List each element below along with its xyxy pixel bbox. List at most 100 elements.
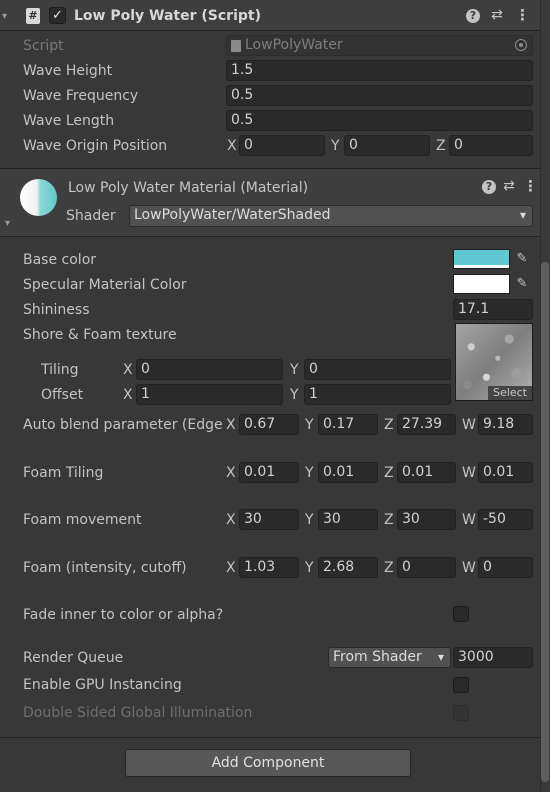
foam-movement-label: Foam movement	[23, 512, 142, 528]
foam-intensity-y-field[interactable]: 2.68	[318, 557, 378, 578]
wave-frequency-field[interactable]: 0.5	[226, 85, 533, 106]
foam-texture-label: Shore & Foam texture	[23, 327, 177, 343]
axis-label-x: X	[226, 512, 236, 528]
material-more-icon[interactable]: ⋮	[523, 179, 538, 194]
eyedropper-icon[interactable]: ✎	[515, 277, 529, 291]
axis-label-x: X	[226, 560, 236, 576]
shader-value: LowPolyWater/WaterShaded	[134, 207, 331, 223]
material-foldout-arrow-icon[interactable]: ▾	[5, 217, 10, 231]
fade-inner-label: Fade inner to color or alpha?	[23, 607, 224, 623]
foam-tiling-y-field[interactable]: 0.01	[318, 462, 378, 483]
offset-y-field[interactable]: 1	[304, 384, 451, 405]
foam-texture-slot[interactable]: Select	[455, 323, 533, 401]
render-queue-field[interactable]: 3000	[453, 647, 533, 668]
axis-label-w: W	[462, 417, 476, 433]
shader-label: Shader	[66, 208, 116, 224]
alpha-bar	[454, 265, 509, 268]
foam-movement-w-field[interactable]: -50	[478, 509, 533, 530]
axis-label-z: Z	[384, 417, 394, 433]
foam-tiling-z-field[interactable]: 0.01	[397, 462, 456, 483]
material-preset-icon[interactable]: ⇄	[501, 179, 517, 193]
material-help-icon[interactable]: ?	[482, 180, 496, 194]
foam-movement-y-field[interactable]: 30	[318, 509, 378, 530]
help-icon[interactable]: ?	[466, 9, 480, 23]
offset-x-field[interactable]: 1	[136, 384, 283, 405]
component-title: Low Poly Water (Script)	[74, 8, 261, 24]
texture-select-button[interactable]: Select	[488, 386, 532, 400]
foam-movement-z-field[interactable]: 30	[397, 509, 456, 530]
offset-label: Offset	[41, 387, 84, 403]
axis-label-z: Z	[436, 138, 446, 154]
render-queue-dropdown[interactable]: From Shader ▾	[328, 647, 451, 668]
add-component-button[interactable]: Add Component	[125, 749, 411, 777]
script-file-icon	[231, 40, 241, 52]
eyedropper-icon[interactable]: ✎	[515, 252, 529, 266]
axis-label-z: Z	[384, 560, 394, 576]
auto-blend-w-field[interactable]: 9.18	[478, 414, 533, 435]
object-picker-dot	[519, 43, 523, 47]
double-sided-gi-checkbox	[453, 705, 469, 721]
component-enabled-checkbox[interactable]: ✓	[49, 7, 66, 24]
script-object-field[interactable]: LowPolyWater	[226, 35, 533, 56]
separator	[0, 737, 540, 738]
preset-settings-icon[interactable]: ⇄	[489, 8, 505, 22]
foam-tiling-x-field[interactable]: 0.01	[239, 462, 299, 483]
fade-inner-checkbox[interactable]	[453, 606, 469, 622]
script-icon: #	[26, 8, 40, 24]
material-title: Low Poly Water Material (Material)	[68, 180, 309, 196]
axis-label-y: Y	[305, 417, 314, 433]
foam-intensity-label: Foam (intensity, cutoff)	[23, 560, 187, 576]
tiling-y-field[interactable]: 0	[304, 359, 451, 380]
origin-x-field[interactable]: 0	[239, 135, 325, 156]
material-preview-sphere-icon[interactable]	[20, 179, 57, 216]
chevron-down-icon: ▾	[437, 650, 444, 664]
base-color-label: Base color	[23, 252, 97, 268]
axis-label-y: Y	[290, 387, 299, 403]
base-color-swatch[interactable]	[453, 249, 510, 269]
render-queue-label: Render Queue	[23, 650, 124, 666]
field-label: Wave Height	[23, 63, 113, 79]
origin-z-field[interactable]: 0	[449, 135, 533, 156]
tiling-label: Tiling	[41, 362, 79, 378]
auto-blend-y-field[interactable]: 0.17	[318, 414, 378, 435]
auto-blend-z-field[interactable]: 27.39	[397, 414, 456, 435]
gpu-instancing-label: Enable GPU Instancing	[23, 677, 182, 693]
axis-label-y: Y	[290, 362, 299, 378]
foam-intensity-z-field[interactable]: 0	[397, 557, 456, 578]
specular-color-swatch[interactable]	[453, 274, 510, 294]
axis-label-y: Y	[331, 138, 340, 154]
gpu-instancing-checkbox[interactable]	[453, 677, 469, 693]
foam-movement-x-field[interactable]: 30	[239, 509, 299, 530]
origin-y-field[interactable]: 0	[344, 135, 430, 156]
axis-label-z: Z	[384, 512, 394, 528]
axis-label-x: X	[227, 138, 237, 154]
shininess-label: Shininess	[23, 302, 90, 318]
axis-label-x: X	[226, 417, 236, 433]
field-label: Wave Frequency	[23, 88, 139, 104]
wave-origin-label: Wave Origin Position	[23, 138, 168, 154]
more-options-icon[interactable]: ⋮	[515, 8, 530, 23]
scrollbar-thumb[interactable]	[541, 262, 549, 782]
axis-label-x: X	[123, 387, 133, 403]
foam-intensity-x-field[interactable]: 1.03	[239, 557, 299, 578]
script-value: LowPolyWater	[245, 37, 343, 53]
wave-height-field[interactable]: 1.5	[226, 60, 533, 81]
axis-label-x: X	[123, 362, 133, 378]
script-label: Script	[23, 38, 64, 54]
chevron-down-icon: ▾	[519, 208, 526, 222]
field-label: Wave Length	[23, 113, 115, 129]
axis-label-w: W	[462, 512, 476, 528]
foldout-arrow-icon[interactable]: ▾	[2, 10, 7, 24]
foam-intensity-w-field[interactable]: 0	[478, 557, 533, 578]
render-queue-mode: From Shader	[333, 649, 422, 665]
auto-blend-x-field[interactable]: 0.67	[239, 414, 299, 435]
tiling-x-field[interactable]: 0	[136, 359, 283, 380]
foam-tiling-label: Foam Tiling	[23, 465, 104, 481]
shader-dropdown[interactable]: LowPolyWater/WaterShaded ▾	[129, 205, 533, 227]
alpha-bar	[454, 290, 509, 293]
specular-color-label: Specular Material Color	[23, 277, 187, 293]
axis-label-x: X	[226, 465, 236, 481]
wave-length-field[interactable]: 0.5	[226, 110, 533, 131]
foam-tiling-w-field[interactable]: 0.01	[478, 462, 533, 483]
shininess-field[interactable]: 17.1	[453, 299, 533, 320]
